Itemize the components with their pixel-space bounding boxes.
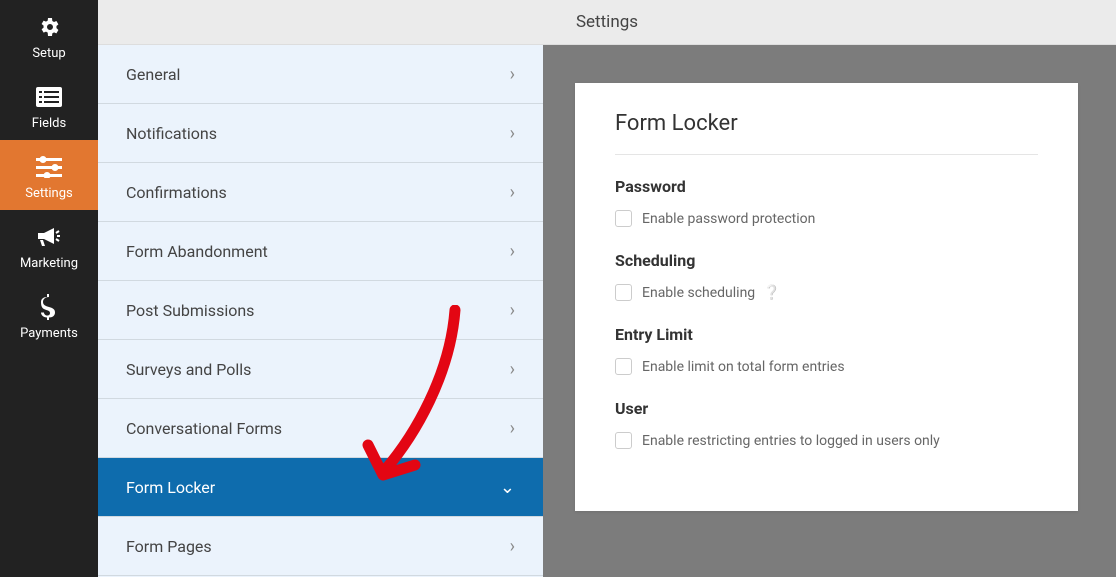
settings-item-conversational-forms[interactable]: Conversational Forms › bbox=[98, 399, 543, 458]
nav-settings[interactable]: Settings bbox=[0, 140, 98, 210]
chevron-down-icon: ⌄ bbox=[500, 477, 515, 498]
settings-item-label: Form Abandonment bbox=[126, 242, 268, 261]
chevron-right-icon: › bbox=[510, 241, 515, 262]
nav-label: Setup bbox=[32, 46, 65, 61]
checkbox-enable-entry-limit[interactable]: Enable limit on total form entries bbox=[615, 358, 1038, 375]
nav-setup[interactable]: Setup bbox=[0, 0, 98, 70]
checkbox-icon bbox=[615, 284, 632, 301]
settings-item-confirmations[interactable]: Confirmations › bbox=[98, 163, 543, 222]
settings-item-label: Confirmations bbox=[126, 183, 227, 202]
main: Settings General › Notifications › Confi… bbox=[98, 0, 1116, 577]
help-icon[interactable]: ❔ bbox=[763, 285, 780, 301]
settings-item-label: Notifications bbox=[126, 124, 217, 143]
chevron-right-icon: › bbox=[510, 64, 515, 85]
chevron-right-icon: › bbox=[510, 536, 515, 557]
checkbox-icon bbox=[615, 358, 632, 375]
form-locker-panel: Form Locker Password Enable password pro… bbox=[575, 83, 1078, 511]
checkbox-label: Enable scheduling bbox=[642, 285, 755, 301]
section-user-heading: User bbox=[615, 399, 1038, 418]
checkbox-enable-scheduling[interactable]: Enable scheduling ❔ bbox=[615, 284, 1038, 301]
nav-label: Settings bbox=[25, 186, 72, 201]
sliders-icon bbox=[36, 150, 62, 184]
section-password-heading: Password bbox=[615, 177, 1038, 196]
checkbox-icon bbox=[615, 210, 632, 227]
panel-area: Form Locker Password Enable password pro… bbox=[543, 45, 1116, 577]
checkbox-enable-password[interactable]: Enable password protection bbox=[615, 210, 1038, 227]
left-nav: Setup Fields Settings Marketing Payments bbox=[0, 0, 98, 577]
settings-item-post-submissions[interactable]: Post Submissions › bbox=[98, 281, 543, 340]
settings-item-label: Form Pages bbox=[126, 537, 212, 556]
nav-label: Payments bbox=[20, 326, 78, 341]
settings-item-label: General bbox=[126, 65, 180, 84]
settings-item-surveys-polls[interactable]: Surveys and Polls › bbox=[98, 340, 543, 399]
checkbox-label: Enable password protection bbox=[642, 211, 815, 227]
gear-icon bbox=[37, 10, 61, 44]
chevron-right-icon: › bbox=[510, 418, 515, 439]
page-title: Settings bbox=[576, 12, 638, 32]
nav-label: Fields bbox=[32, 116, 66, 131]
settings-item-label: Post Submissions bbox=[126, 301, 254, 320]
settings-item-label: Form Locker bbox=[126, 478, 215, 497]
settings-menu: General › Notifications › Confirmations … bbox=[98, 45, 543, 577]
checkbox-label: Enable limit on total form entries bbox=[642, 359, 845, 375]
list-icon bbox=[36, 80, 62, 114]
chevron-right-icon: › bbox=[510, 123, 515, 144]
dollar-icon bbox=[41, 290, 57, 324]
checkbox-enable-user-restrict[interactable]: Enable restricting entries to logged in … bbox=[615, 432, 1038, 449]
nav-fields[interactable]: Fields bbox=[0, 70, 98, 140]
panel-title: Form Locker bbox=[615, 111, 1038, 155]
section-scheduling-heading: Scheduling bbox=[615, 251, 1038, 270]
topbar: Settings bbox=[98, 0, 1116, 45]
settings-item-form-pages[interactable]: Form Pages › bbox=[98, 517, 543, 576]
settings-item-form-abandonment[interactable]: Form Abandonment › bbox=[98, 222, 543, 281]
nav-marketing[interactable]: Marketing bbox=[0, 210, 98, 280]
settings-item-label: Surveys and Polls bbox=[126, 360, 251, 379]
settings-item-label: Conversational Forms bbox=[126, 419, 282, 438]
section-entry-limit-heading: Entry Limit bbox=[615, 325, 1038, 344]
checkbox-icon bbox=[615, 432, 632, 449]
bullhorn-icon bbox=[36, 220, 62, 254]
nav-payments[interactable]: Payments bbox=[0, 280, 98, 350]
chevron-right-icon: › bbox=[510, 182, 515, 203]
checkbox-label: Enable restricting entries to logged in … bbox=[642, 433, 940, 449]
chevron-right-icon: › bbox=[510, 359, 515, 380]
chevron-right-icon: › bbox=[510, 300, 515, 321]
content-row: General › Notifications › Confirmations … bbox=[98, 45, 1116, 577]
settings-item-form-locker[interactable]: Form Locker ⌄ bbox=[98, 458, 543, 517]
settings-item-general[interactable]: General › bbox=[98, 45, 543, 104]
nav-label: Marketing bbox=[20, 256, 78, 271]
settings-item-notifications[interactable]: Notifications › bbox=[98, 104, 543, 163]
